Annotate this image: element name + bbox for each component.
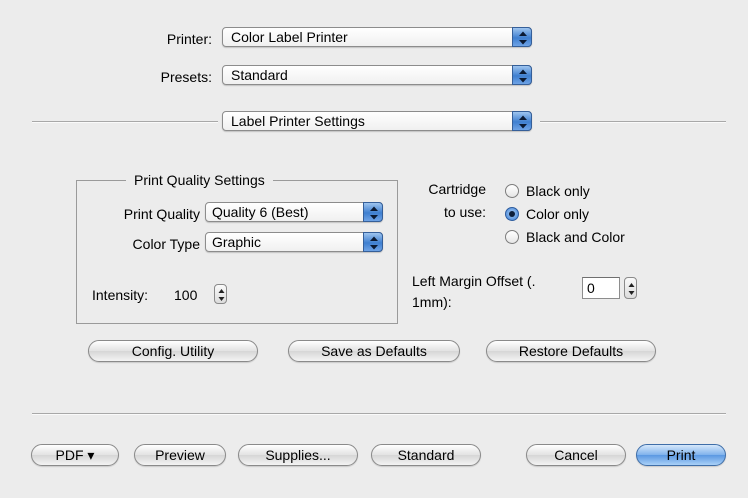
- intensity-stepper[interactable]: [214, 284, 227, 304]
- cartridge-label-line1: Cartridge: [428, 181, 486, 197]
- left-margin-label-line2: 1mm):: [412, 294, 452, 310]
- print-quality-group-title: Print Quality Settings: [126, 171, 273, 189]
- updown-arrows-icon: [512, 27, 532, 47]
- intensity-label: Intensity:: [92, 287, 149, 303]
- print-quality-label: Print Quality: [123, 206, 200, 222]
- print-quality-popup[interactable]: Quality 6 (Best): [205, 202, 383, 222]
- print-button[interactable]: Print: [636, 444, 726, 466]
- updown-arrows-icon: [363, 232, 383, 252]
- presets-popup[interactable]: Standard: [222, 65, 532, 85]
- stepper-arrows-icon: [628, 283, 635, 295]
- updown-arrows-icon: [363, 202, 383, 222]
- presets-label: Presets:: [160, 69, 212, 85]
- radio-black-only-label[interactable]: Black only: [526, 182, 590, 200]
- color-type-label: Color Type: [132, 236, 200, 252]
- color-type-popup[interactable]: Graphic: [205, 232, 383, 252]
- left-margin-stepper[interactable]: [624, 277, 637, 299]
- panel-selector-popup[interactable]: Label Printer Settings: [222, 111, 532, 131]
- config-utility-button[interactable]: Config. Utility: [88, 340, 258, 362]
- separator-right: [540, 121, 726, 123]
- preview-button[interactable]: Preview: [134, 444, 226, 466]
- radio-color-only-label[interactable]: Color only: [526, 205, 589, 223]
- save-as-defaults-button[interactable]: Save as Defaults: [288, 340, 460, 362]
- updown-arrows-icon: [512, 111, 532, 131]
- stepper-arrows-icon: [218, 289, 225, 301]
- print-quality-value: Quality 6 (Best): [212, 204, 309, 220]
- panel-selector-value: Label Printer Settings: [231, 113, 365, 129]
- supplies-button[interactable]: Supplies...: [238, 444, 358, 466]
- radio-color-only[interactable]: [505, 207, 519, 221]
- separator-left: [32, 121, 218, 123]
- left-margin-label-line1: Left Margin Offset (.: [412, 273, 536, 289]
- radio-black-and-color[interactable]: [505, 230, 519, 244]
- left-margin-field[interactable]: 0: [582, 277, 620, 299]
- footer-separator: [32, 413, 726, 415]
- restore-defaults-button[interactable]: Restore Defaults: [486, 340, 656, 362]
- printer-value: Color Label Printer: [231, 29, 348, 45]
- cartridge-label-line2: to use:: [443, 204, 486, 220]
- radio-black-and-color-label[interactable]: Black and Color: [526, 228, 625, 246]
- updown-arrows-icon: [512, 65, 532, 85]
- color-type-value: Graphic: [212, 234, 262, 250]
- printer-popup[interactable]: Color Label Printer: [222, 27, 532, 47]
- printer-label: Printer:: [166, 31, 212, 47]
- presets-value: Standard: [231, 67, 288, 83]
- standard-button[interactable]: Standard: [371, 444, 481, 466]
- cancel-button[interactable]: Cancel: [526, 444, 626, 466]
- pdf-menu-button[interactable]: PDF ▾: [31, 444, 119, 466]
- radio-black-only[interactable]: [505, 184, 519, 198]
- intensity-value[interactable]: 100: [174, 286, 197, 304]
